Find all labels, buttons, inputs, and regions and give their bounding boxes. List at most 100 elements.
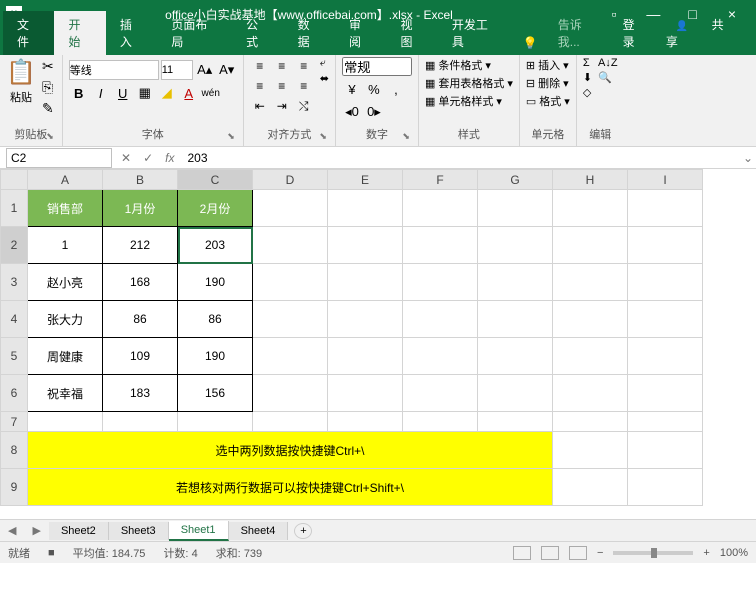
login-button[interactable]: 登录 (613, 11, 656, 55)
cell[interactable]: 86 (103, 301, 178, 338)
tab-developer[interactable]: 开发工具 (438, 11, 513, 55)
cell[interactable]: 1月份 (103, 190, 178, 227)
col-header[interactable]: F (403, 170, 478, 190)
cell[interactable] (478, 264, 553, 301)
cell[interactable]: 赵小亮 (28, 264, 103, 301)
alignment-launcher[interactable]: ⬊ (319, 131, 327, 142)
fill-color-button[interactable]: ◢ (157, 83, 177, 103)
cell[interactable] (553, 432, 628, 469)
find-select-button[interactable]: 🔍 (598, 71, 618, 84)
cell[interactable] (403, 301, 478, 338)
cell[interactable] (328, 227, 403, 264)
worksheet-grid[interactable]: A B C D E F G H I 1 销售部 1月份 2月份 2 1 212 … (0, 169, 756, 519)
cell-styles-button[interactable]: ▦ 单元格样式 ▾ (425, 93, 513, 109)
cell[interactable] (478, 338, 553, 375)
row-header[interactable]: 7 (1, 412, 28, 432)
sheet-tab[interactable]: Sheet1 (169, 521, 229, 541)
cell[interactable] (328, 264, 403, 301)
fill-button[interactable]: ⬇ (583, 71, 592, 84)
bold-button[interactable]: B (69, 83, 89, 103)
cell[interactable] (478, 190, 553, 227)
cell[interactable] (628, 264, 703, 301)
tab-review[interactable]: 审阅 (335, 11, 386, 55)
row-header[interactable]: 1 (1, 190, 28, 227)
zoom-slider[interactable] (613, 551, 693, 555)
cell[interactable]: 156 (178, 375, 253, 412)
cell[interactable] (403, 264, 478, 301)
sheet-tab[interactable]: Sheet4 (229, 522, 289, 540)
increase-indent-button[interactable]: ⇥ (272, 97, 292, 115)
comma-button[interactable]: , (386, 79, 406, 99)
cell[interactable] (253, 227, 328, 264)
paste-button[interactable]: 粘贴 (10, 89, 32, 105)
formula-input[interactable] (183, 148, 733, 168)
paste-icon[interactable]: 📋 (6, 57, 36, 87)
new-sheet-button[interactable]: + (294, 523, 312, 539)
cell[interactable] (628, 412, 703, 432)
cell[interactable] (403, 412, 478, 432)
font-name-input[interactable] (69, 60, 159, 80)
format-as-table-button[interactable]: ▦ 套用表格格式 ▾ (425, 75, 513, 91)
cell[interactable] (103, 412, 178, 432)
zoom-out-button[interactable]: − (597, 547, 603, 559)
row-header[interactable]: 8 (1, 432, 28, 469)
tab-insert[interactable]: 插入 (106, 11, 157, 55)
note-cell[interactable]: 选中两列数据按快捷键Ctrl+\ (28, 432, 553, 469)
delete-cells-button[interactable]: ⊟ 删除 ▾ (526, 75, 570, 91)
cell[interactable] (328, 190, 403, 227)
page-layout-view-button[interactable] (541, 546, 559, 560)
font-color-button[interactable]: A (179, 83, 199, 103)
decrease-decimal-button[interactable]: 0▸ (364, 102, 384, 122)
tab-home[interactable]: 开始 (54, 11, 105, 55)
number-format-select[interactable] (342, 57, 412, 76)
cell[interactable] (553, 338, 628, 375)
cell[interactable] (478, 227, 553, 264)
row-header[interactable]: 5 (1, 338, 28, 375)
cell[interactable] (253, 301, 328, 338)
tab-file[interactable]: 文件 (3, 11, 54, 55)
cell[interactable] (253, 190, 328, 227)
cell[interactable] (478, 375, 553, 412)
shrink-font-button[interactable]: A▾ (217, 60, 237, 80)
cell[interactable] (328, 412, 403, 432)
col-header[interactable]: E (328, 170, 403, 190)
number-launcher[interactable]: ⬊ (402, 131, 410, 142)
cell[interactable] (553, 375, 628, 412)
cell[interactable] (403, 375, 478, 412)
sheet-tab[interactable]: Sheet2 (49, 522, 109, 540)
col-header[interactable]: D (253, 170, 328, 190)
cell[interactable] (628, 469, 703, 506)
share-button[interactable]: 👤 共享 (656, 11, 753, 55)
cell[interactable]: 212 (103, 227, 178, 264)
cell[interactable] (253, 412, 328, 432)
cell[interactable] (628, 375, 703, 412)
row-header[interactable]: 6 (1, 375, 28, 412)
cell[interactable] (253, 375, 328, 412)
cell[interactable] (478, 301, 553, 338)
tell-me-input[interactable]: 告诉我... (548, 11, 613, 55)
cell[interactable]: 190 (178, 338, 253, 375)
col-header[interactable]: G (478, 170, 553, 190)
sheet-nav-next[interactable]: ▶ (24, 524, 48, 537)
cell[interactable]: 86 (178, 301, 253, 338)
cell[interactable] (403, 190, 478, 227)
cell[interactable]: 109 (103, 338, 178, 375)
cell[interactable] (628, 227, 703, 264)
cell[interactable] (478, 412, 553, 432)
clipboard-launcher[interactable]: ⬊ (46, 131, 54, 142)
page-break-view-button[interactable] (569, 546, 587, 560)
clear-button[interactable]: ◇ (583, 86, 592, 99)
underline-button[interactable]: U (113, 83, 133, 103)
tab-view[interactable]: 视图 (386, 11, 437, 55)
decrease-indent-button[interactable]: ⇤ (250, 97, 270, 115)
cell[interactable]: 张大力 (28, 301, 103, 338)
conditional-format-button[interactable]: ▦ 条件格式 ▾ (425, 57, 513, 73)
active-cell[interactable]: 203 (178, 227, 253, 264)
align-bottom-button[interactable]: ≡ (294, 57, 314, 75)
cell[interactable] (253, 338, 328, 375)
cell[interactable] (628, 301, 703, 338)
autosum-button[interactable]: Σ (583, 57, 592, 69)
cell[interactable]: 1 (28, 227, 103, 264)
row-header[interactable]: 4 (1, 301, 28, 338)
currency-button[interactable]: ¥ (342, 79, 362, 99)
